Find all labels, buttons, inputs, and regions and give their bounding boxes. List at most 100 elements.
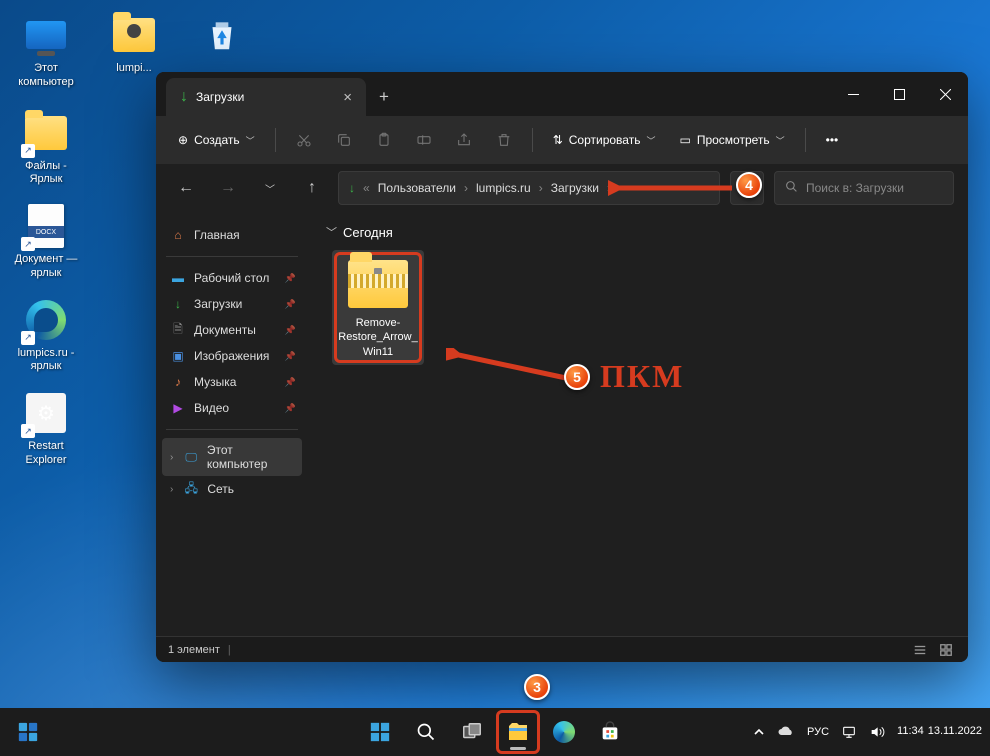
copy-button[interactable]: [326, 124, 362, 156]
desktop-icon-document-shortcut[interactable]: DOCX↗ Документ — ярлык: [8, 199, 84, 285]
tab-close-icon[interactable]: ×: [343, 89, 352, 106]
sort-icon: ⇅: [553, 133, 563, 147]
minimize-button[interactable]: [830, 72, 876, 116]
view-icon: ▭: [679, 133, 690, 147]
new-tab-button[interactable]: +: [366, 78, 402, 116]
sort-button[interactable]: ⇅ Сортировать ﹀: [543, 124, 666, 156]
sidebar-network-label: Сеть: [207, 482, 234, 496]
group-header-today[interactable]: ﹀ Сегодня: [326, 224, 950, 240]
icons-view-button[interactable]: [936, 640, 956, 660]
desktop-icon-lumpics-shortcut[interactable]: ↗ lumpics.ru - ярлык: [8, 293, 84, 379]
desktop-icon-recycle-bin[interactable]: [184, 8, 260, 66]
crumb-prefix: «: [363, 181, 370, 195]
tab-downloads[interactable]: ↓ Загрузки ×: [166, 78, 366, 116]
sidebar-downloads-label: Загрузки: [194, 297, 242, 311]
this-pc-label: Этот компьютер: [12, 62, 80, 90]
desktop-icon-this-pc[interactable]: Этот компьютер: [8, 8, 84, 94]
tray-chevron[interactable]: [753, 726, 765, 738]
maximize-button[interactable]: [876, 72, 922, 116]
sidebar-item-documents[interactable]: 🗎 Документы 📌: [162, 317, 302, 343]
taskbar-store[interactable]: [590, 712, 630, 752]
close-button[interactable]: [922, 72, 968, 116]
sidebar-item-home[interactable]: ⌂ Главная: [162, 222, 302, 248]
desktop-icon-restart-explorer[interactable]: ⚙↗ Restart Explorer: [8, 386, 84, 472]
tray-language[interactable]: РУС: [807, 726, 829, 738]
downloads-icon: ↓: [170, 296, 186, 312]
sidebar-item-downloads[interactable]: ↓ Загрузки 📌: [162, 291, 302, 317]
sidebar-pictures-label: Изображения: [194, 349, 269, 363]
view-button[interactable]: ▭ Просмотреть ﹀: [669, 124, 794, 156]
group-today-label: Сегодня: [343, 225, 393, 240]
sidebar-documents-label: Документы: [194, 323, 256, 337]
delete-button[interactable]: [486, 124, 522, 156]
annotation-badge-4: 4: [736, 172, 762, 198]
search-placeholder: Поиск в: Загрузки: [806, 181, 904, 195]
sidebar-item-desktop[interactable]: ▬ Рабочий стол 📌: [162, 265, 302, 291]
home-icon: ⌂: [170, 227, 186, 243]
desktop-icon-files-shortcut[interactable]: ↗ Файлы - Ярлык: [8, 106, 84, 192]
start-button[interactable]: [360, 712, 400, 752]
share-button[interactable]: [446, 124, 482, 156]
search-icon: [785, 180, 798, 196]
annotation-badge-5: 5: [564, 364, 590, 390]
download-icon: ↓: [180, 88, 188, 106]
back-button[interactable]: ←: [170, 172, 202, 204]
search-button[interactable]: [406, 712, 446, 752]
details-view-button[interactable]: [910, 640, 930, 660]
breadcrumb-lumpics[interactable]: lumpics.ru: [476, 181, 531, 195]
statusbar: 1 элемент |: [156, 636, 968, 662]
tray-network-icon[interactable]: [841, 724, 857, 740]
files-shortcut-label: Файлы - Ярлык: [12, 160, 80, 188]
chevron-right-icon: ›: [539, 181, 543, 195]
content-area[interactable]: ﹀ Сегодня Remove-Restore_Arrow_Win11: [308, 212, 968, 636]
more-button[interactable]: •••: [816, 124, 849, 156]
titlebar[interactable]: ↓ Загрузки × +: [156, 72, 968, 116]
sort-label: Сортировать: [569, 133, 641, 147]
sidebar-item-this-pc[interactable]: › 🖵 Этот компьютер: [162, 438, 302, 476]
sidebar-item-music[interactable]: ♪ Музыка 📌: [162, 369, 302, 395]
pin-icon: 📌: [285, 325, 296, 336]
chevron-right-icon: ›: [170, 484, 173, 495]
tray-volume-icon[interactable]: [869, 724, 885, 740]
sidebar-music-label: Музыка: [194, 375, 236, 389]
breadcrumb-downloads[interactable]: Загрузки: [551, 181, 599, 195]
desktop-icon: ▬: [170, 270, 186, 286]
desktop-icon-lumpics-folder[interactable]: lumpi...: [96, 8, 172, 80]
sidebar-item-videos[interactable]: ▶ Видео 📌: [162, 395, 302, 421]
clock-time: 11:34: [897, 725, 924, 738]
sidebar-item-pictures[interactable]: ▣ Изображения 📌: [162, 343, 302, 369]
sidebar-this-pc-label: Этот компьютер: [207, 443, 294, 471]
status-items-count: 1 элемент: [168, 644, 220, 656]
up-button[interactable]: ↑: [296, 172, 328, 204]
sidebar-videos-label: Видео: [194, 401, 229, 415]
cut-button[interactable]: [286, 124, 322, 156]
chevron-right-icon: ›: [464, 181, 468, 195]
rename-button[interactable]: [406, 124, 442, 156]
chevron-down-icon: ﹀: [246, 134, 255, 147]
create-button[interactable]: ⊕ Создать ﹀: [168, 124, 265, 156]
forward-button[interactable]: →: [212, 172, 244, 204]
toolbar: ⊕ Создать ﹀ ⇅ Сортировать ﹀ ▭ Просмотрет…: [156, 116, 968, 164]
clock-date: 13.11.2022: [928, 725, 982, 738]
recent-locations-button[interactable]: ﹀: [254, 172, 286, 204]
file-item-zip[interactable]: Remove-Restore_Arrow_Win11: [332, 250, 424, 365]
task-view-button[interactable]: [452, 712, 492, 752]
search-input[interactable]: Поиск в: Загрузки: [774, 171, 954, 205]
taskbar-clock[interactable]: 11:34 13.11.2022: [897, 725, 982, 738]
chevron-down-icon: ﹀: [776, 134, 785, 147]
document-shortcut-label: Документ — ярлык: [12, 253, 80, 281]
breadcrumb-users[interactable]: Пользователи: [378, 181, 456, 195]
address-bar-row: ← → ﹀ ↑ ↓ « Пользователи › lumpics.ru › …: [156, 164, 968, 212]
sidebar-desktop-label: Рабочий стол: [194, 271, 269, 285]
pictures-icon: ▣: [170, 348, 186, 364]
pin-icon: 📌: [285, 351, 296, 362]
widgets-button[interactable]: [8, 712, 48, 752]
chevron-down-icon: ﹀: [326, 224, 337, 240]
taskbar-edge[interactable]: [544, 712, 584, 752]
plus-circle-icon: ⊕: [178, 133, 188, 147]
chevron-down-icon: ﹀: [646, 134, 655, 147]
sidebar-item-network[interactable]: › 🖧 Сеть: [162, 476, 302, 502]
taskbar-explorer[interactable]: [498, 712, 538, 752]
paste-button[interactable]: [366, 124, 402, 156]
tray-onedrive[interactable]: [777, 723, 795, 741]
